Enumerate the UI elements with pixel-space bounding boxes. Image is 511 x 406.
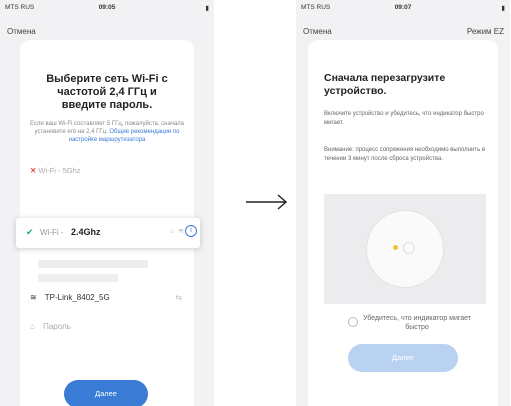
wifi-5g-band: 5Ghz — [62, 166, 81, 175]
status-bar: MTS RUS 09:07 ▮ — [296, 0, 510, 14]
phone-left-screen: MTS RUS 09:05 ▮ Отмена Выберите сеть Wi-… — [0, 0, 214, 406]
clock: 09:05 — [98, 4, 116, 11]
ez-mode-button[interactable]: Режим EZ — [467, 27, 504, 36]
nav-bar: Отмена Режим EZ — [296, 16, 510, 38]
password-field[interactable]: ⌂ Пароль — [30, 322, 184, 331]
cancel-button[interactable]: Отмена — [303, 27, 332, 36]
subtitle: Если ваш Wi-Fi составляет 5 ГГц, пожалуй… — [30, 120, 184, 144]
led-indicator — [393, 245, 398, 250]
wifi-form-card: Выберите сеть Wi-Fi с частотой 2,4 ГГц и… — [16, 40, 200, 406]
password-placeholder: Пароль — [43, 322, 71, 331]
page-title: Сначала перезагрузите устройство. — [324, 72, 446, 97]
blurred-network-row — [38, 274, 118, 282]
swap-icon[interactable]: ⇆ — [175, 293, 182, 302]
checkmark-icon: ✔ — [26, 227, 34, 237]
checkbox-label[interactable]: Убедитесь, что индикатор мигает быстро — [362, 314, 472, 332]
clock: 09:07 — [394, 4, 412, 11]
page-title: Выберите сеть Wi-Fi с частотой 2,4 ГГц и… — [46, 73, 168, 111]
arrow-right-icon — [246, 194, 288, 210]
status-bar: MTS RUS 09:05 ▮ — [0, 0, 214, 14]
battery-icon: ▮ — [205, 5, 209, 12]
lock-icon: ⌂ — [169, 228, 174, 235]
wifi-24-option[interactable]: ✔ Wi-Fi - 2.4Ghz ⌂ ≋ i — [16, 218, 200, 248]
instruction-text: Включите устройство и убедитесь, что инд… — [324, 111, 484, 126]
nav-bar: Отмена — [0, 16, 214, 38]
phone-right-screen: MTS RUS 09:07 ▮ Отмена Режим EZ Сначала … — [296, 0, 510, 406]
lock-icon: ⌂ — [30, 322, 35, 331]
warning-text: Внимание: процесс сопряжения необходимо … — [324, 147, 486, 162]
device-illustration — [324, 194, 486, 304]
network-name: TP-Link_8402_5G — [44, 293, 110, 302]
wifi-24-band: 2.4Ghz — [71, 227, 101, 237]
network-name-field[interactable]: ≋ TP-Link_8402_5G ⇆ — [30, 293, 184, 302]
device-image — [367, 211, 443, 287]
cancel-button[interactable]: Отмена — [7, 27, 36, 36]
wifi-5g-prefix: Wi-Fi - — [38, 166, 61, 175]
reset-instructions-card: Сначала перезагрузите устройство. Включи… — [308, 40, 498, 406]
blurred-network-row — [38, 260, 148, 268]
wifi-5g-option[interactable]: ✕ Wi-Fi - 5Ghz — [30, 166, 184, 175]
wifi-icon: ≋ — [30, 293, 37, 302]
info-icon[interactable]: i — [185, 225, 197, 237]
close-icon: ✕ — [30, 166, 37, 175]
wifi-24-prefix: Wi-Fi - — [40, 228, 64, 237]
confirm-checkbox[interactable] — [348, 317, 358, 327]
battery-icon: ▮ — [501, 5, 505, 12]
next-button[interactable]: Далее — [64, 380, 148, 406]
button-icon — [403, 242, 415, 254]
wifi-icon: ≋ — [178, 228, 184, 235]
next-button[interactable]: Далее — [348, 344, 458, 372]
